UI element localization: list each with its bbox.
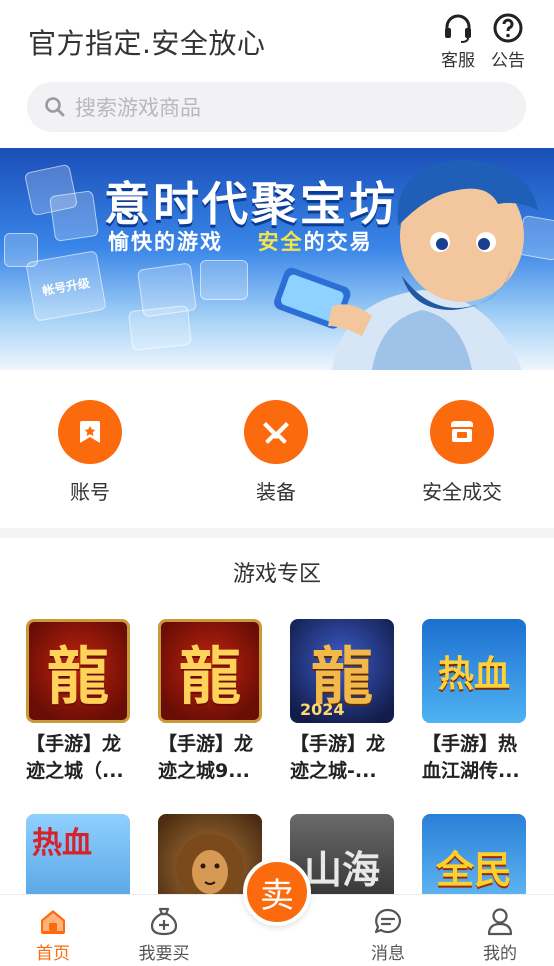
user-icon bbox=[487, 908, 513, 936]
game-name: 【手游】热血江湖传... bbox=[422, 733, 520, 782]
customer-service-label: 客服 bbox=[441, 51, 475, 71]
game-tile[interactable]: 龍 【手游】龙迹之城9... bbox=[158, 619, 262, 785]
headset-icon bbox=[445, 14, 471, 43]
tab-buy-label: 我要买 bbox=[138, 944, 190, 964]
category-equipment-circle bbox=[244, 400, 308, 464]
banner-card-label: 帐号升级 bbox=[41, 275, 91, 298]
game-thumbnail: 龍 2024 bbox=[290, 619, 394, 723]
banner-card: 帐号升级 bbox=[25, 250, 107, 322]
banner-card bbox=[49, 190, 99, 242]
question-circle-icon bbox=[493, 13, 523, 43]
game-zone-title: 游戏专区 bbox=[232, 562, 321, 587]
store-icon bbox=[451, 421, 473, 442]
category-equipment-label: 装备 bbox=[256, 480, 296, 504]
sell-button[interactable]: 卖 bbox=[243, 858, 311, 926]
game-thumb-badge: 2024 bbox=[300, 700, 345, 719]
money-bag-icon bbox=[150, 907, 178, 936]
equipment-swords-icon bbox=[263, 422, 289, 444]
announcement-button[interactable]: 公告 bbox=[488, 10, 528, 71]
game-tile[interactable]: 龍 2024 【手游】龙迹之城-... bbox=[290, 619, 394, 785]
search-input[interactable]: 搜索游戏商品 bbox=[27, 82, 526, 132]
customer-service-button[interactable]: 客服 bbox=[438, 10, 478, 71]
game-tile[interactable]: 热血 【手游】热血江湖传... bbox=[422, 619, 526, 785]
app-title: 官方指定.安全放心 bbox=[28, 27, 266, 60]
category-account[interactable]: 账号 bbox=[30, 400, 150, 505]
banner-subtitle-left: 愉快的游戏 bbox=[108, 230, 223, 254]
category-equipment[interactable]: 装备 bbox=[216, 400, 336, 505]
tab-messages[interactable]: 消息 bbox=[348, 905, 428, 964]
tab-mine-label: 我的 bbox=[483, 944, 517, 964]
category-account-label: 账号 bbox=[70, 480, 110, 504]
game-name: 【手游】龙迹之城9... bbox=[158, 733, 254, 782]
category-safe-trade-label: 安全成交 bbox=[422, 480, 502, 504]
tab-home-label: 首页 bbox=[36, 944, 70, 964]
category-account-circle bbox=[58, 400, 122, 464]
game-thumbnail: 龍 bbox=[26, 619, 130, 723]
tab-mine[interactable]: 我的 bbox=[460, 905, 540, 964]
home-icon bbox=[41, 910, 65, 934]
game-thumbnail: 龍 bbox=[158, 619, 262, 723]
announcement-label: 公告 bbox=[491, 51, 525, 71]
game-thumb-glyph: 热血 bbox=[32, 826, 92, 861]
tab-messages-label: 消息 bbox=[371, 944, 405, 964]
game-thumb-glyph: 山海 bbox=[303, 846, 380, 892]
banner-card bbox=[128, 304, 192, 352]
header: 官方指定.安全放心 客服 公告 搜索游戏商品 bbox=[0, 0, 554, 148]
game-name: 【手游】龙迹之城（... bbox=[26, 733, 124, 782]
category-bar: 账号 装备 安全成交 bbox=[0, 370, 554, 528]
game-thumbnail: 热血 bbox=[422, 619, 526, 723]
banner-character-illustration bbox=[274, 160, 538, 370]
tab-buy[interactable]: 我要买 bbox=[124, 905, 204, 964]
game-tile[interactable]: 龍 【手游】龙迹之城（... bbox=[26, 619, 130, 785]
category-safe-trade[interactable]: 安全成交 bbox=[402, 400, 522, 505]
category-safe-trade-circle bbox=[430, 400, 494, 464]
tab-home[interactable]: 首页 bbox=[13, 905, 93, 964]
promo-banner[interactable]: 帐号升级 意时代聚宝坊 愉快的游戏 安全的交易 bbox=[0, 148, 554, 370]
banner-card bbox=[200, 260, 248, 300]
search-placeholder: 搜索游戏商品 bbox=[75, 96, 201, 120]
account-bookmark-icon bbox=[80, 421, 100, 443]
search-icon bbox=[45, 97, 65, 117]
game-thumb-glyph: 热血 bbox=[437, 653, 510, 695]
game-name: 【手游】龙迹之城-... bbox=[290, 733, 386, 782]
game-thumb-glyph: 龍 bbox=[46, 640, 109, 713]
game-thumb-glyph: 全民 bbox=[435, 846, 512, 892]
game-zone: 游戏专区 龍 【手游】龙迹之城（... 龍 【手游】龙迹之城9... 龍 202… bbox=[0, 538, 554, 918]
game-thumb-glyph: 龍 bbox=[178, 640, 241, 713]
sell-label: 卖 bbox=[260, 875, 294, 916]
message-bubble-icon bbox=[374, 908, 401, 934]
